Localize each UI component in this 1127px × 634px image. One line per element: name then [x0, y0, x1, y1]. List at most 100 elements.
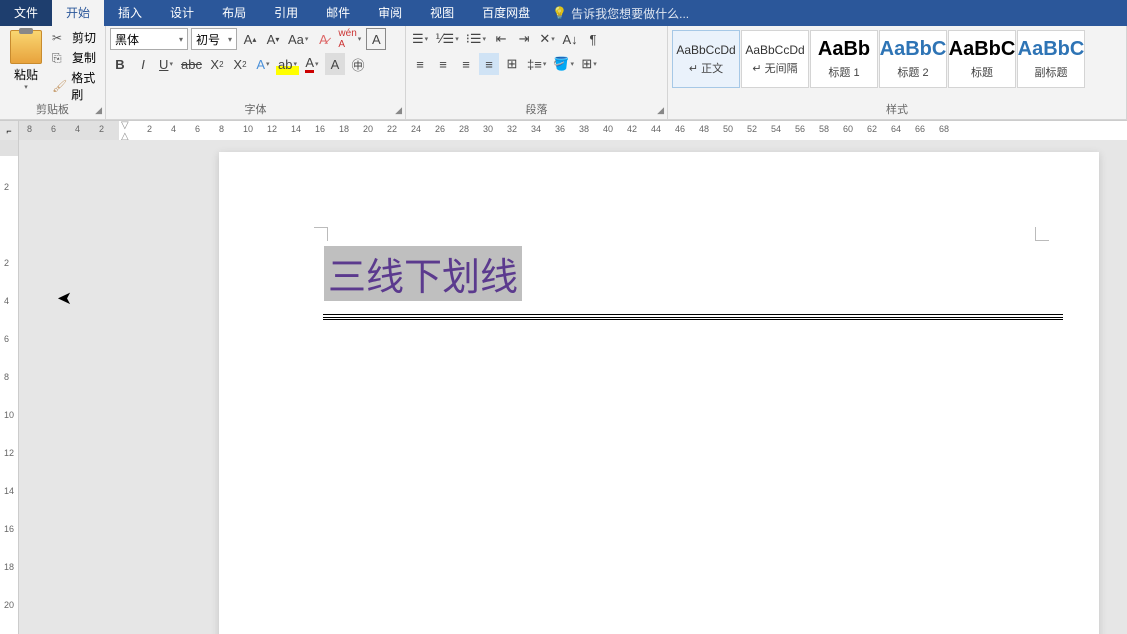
tab-insert[interactable]: 插入: [104, 0, 156, 26]
numbering-button[interactable]: ⅟☰: [433, 28, 461, 50]
style-preview: AaBbC: [880, 38, 947, 61]
styles-label: 样式: [668, 101, 1126, 117]
style-item-4[interactable]: AaBbC标题: [948, 30, 1016, 88]
tab-review[interactable]: 审阅: [364, 0, 416, 26]
tab-view[interactable]: 视图: [416, 0, 468, 26]
ruler-tick: 68: [939, 124, 949, 134]
ruler-tick: 64: [891, 124, 901, 134]
distribute-button[interactable]: ⊞: [502, 53, 522, 75]
clear-format-button[interactable]: A̷: [313, 28, 333, 50]
margin-marker-tr: [1035, 227, 1049, 241]
ruler-tick: 62: [867, 124, 877, 134]
ruler-tick: 24: [411, 124, 421, 134]
paste-icon: [10, 30, 42, 64]
ruler-tick: 10: [243, 124, 253, 134]
increase-indent-button[interactable]: ⇥: [514, 28, 534, 50]
sort-button[interactable]: A↓: [560, 28, 580, 50]
group-font: 黑体▾ 初号▾ A▴ A▾ Aa A̷ wénA A B I U abc X2 …: [106, 26, 406, 119]
multilevel-button[interactable]: ⁝☰: [464, 28, 488, 50]
style-item-0[interactable]: AaBbCcDd↵ 正文: [672, 30, 740, 88]
align-right-button[interactable]: ≡: [456, 53, 476, 75]
style-item-5[interactable]: AaBbC副标题: [1017, 30, 1085, 88]
bold-button[interactable]: B: [110, 53, 130, 75]
line-spacing-button[interactable]: ‡≡: [525, 53, 548, 75]
ruler-tick: 50: [723, 124, 733, 134]
copy-button[interactable]: ⎘复制: [50, 48, 101, 67]
enclose-char-button[interactable]: ㊥: [348, 53, 368, 75]
page[interactable]: 三线下划线: [219, 152, 1099, 634]
tab-layout[interactable]: 布局: [208, 0, 260, 26]
tell-me-search[interactable]: 💡 告诉我您想要做什么...: [552, 5, 689, 22]
asian-layout-button[interactable]: ✕: [537, 28, 557, 50]
font-size-combo[interactable]: 初号▾: [191, 28, 237, 50]
justify-button[interactable]: ≡: [479, 53, 499, 75]
subscript-button[interactable]: X2: [207, 53, 227, 75]
canvas[interactable]: ➤ 三线下划线: [19, 140, 1127, 634]
triple-underline: [323, 314, 1063, 320]
font-name-combo[interactable]: 黑体▾: [110, 28, 188, 50]
style-preview: AaBb: [818, 38, 870, 61]
tab-design[interactable]: 设计: [156, 0, 208, 26]
style-item-1[interactable]: AaBbCcDd↵ 无间隔: [741, 30, 809, 88]
format-painter-button[interactable]: 🖌格式刷: [50, 68, 101, 104]
style-item-3[interactable]: AaBbC标题 2: [879, 30, 947, 88]
underline-button[interactable]: U: [156, 53, 176, 75]
vertical-ruler[interactable]: 22468101214161820: [0, 140, 19, 634]
strikethrough-button[interactable]: abc: [179, 53, 204, 75]
align-left-button[interactable]: ≡: [410, 53, 430, 75]
paste-button[interactable]: 粘贴 ▾: [4, 28, 48, 93]
ruler-tick: 28: [459, 124, 469, 134]
ruler-tick: 54: [771, 124, 781, 134]
ruler-tick: 36: [555, 124, 565, 134]
menu-bar: 文件 开始 插入 设计 布局 引用 邮件 审阅 视图 百度网盘 💡 告诉我您想要…: [0, 0, 1127, 26]
shrink-font-button[interactable]: A▾: [263, 28, 283, 50]
ruler-tick: 30: [483, 124, 493, 134]
group-paragraph: ☰ ⅟☰ ⁝☰ ⇤ ⇥ ✕ A↓ ¶ ≡ ≡ ≡ ≡ ⊞ ‡≡ 🪣 ⊞ 段落 ◢: [406, 26, 668, 119]
cut-button[interactable]: ✂剪切: [50, 28, 101, 47]
ruler-tick: 16: [4, 524, 14, 534]
ruler-tick: 12: [4, 448, 14, 458]
cursor-icon: ➤: [57, 288, 72, 309]
clipboard-launcher[interactable]: ◢: [95, 105, 102, 116]
highlight-button[interactable]: ab: [276, 53, 299, 75]
ruler-tick: 6: [4, 334, 9, 344]
ruler-tick: 22: [387, 124, 397, 134]
show-marks-button[interactable]: ¶: [583, 28, 603, 50]
styles-gallery: AaBbCcDd↵ 正文AaBbCcDd↵ 无间隔AaBb标题 1AaBbC标题…: [672, 28, 1085, 90]
borders-button[interactable]: ⊞: [579, 53, 599, 75]
ruler-tick: 10: [4, 410, 14, 420]
shading-button[interactable]: 🪣: [551, 53, 576, 75]
ruler-tick: 2: [147, 124, 152, 134]
bullets-button[interactable]: ☰: [410, 28, 430, 50]
tab-mailings[interactable]: 邮件: [312, 0, 364, 26]
font-launcher[interactable]: ◢: [395, 105, 402, 116]
tab-baidu[interactable]: 百度网盘: [468, 0, 544, 26]
ruler-tick: 44: [651, 124, 661, 134]
char-border-button[interactable]: A: [366, 28, 386, 50]
style-item-2[interactable]: AaBb标题 1: [810, 30, 878, 88]
char-shading-button[interactable]: A: [325, 53, 345, 75]
ruler-tick: 4: [171, 124, 176, 134]
ruler-tick: 2: [4, 258, 9, 268]
tab-file[interactable]: 文件: [0, 0, 52, 26]
tab-home[interactable]: 开始: [52, 0, 104, 26]
phonetic-guide-button[interactable]: wénA: [336, 28, 363, 50]
ruler-corner[interactable]: ⌐: [0, 121, 19, 140]
ruler-tick: 60: [843, 124, 853, 134]
align-center-button[interactable]: ≡: [433, 53, 453, 75]
paragraph-launcher[interactable]: ◢: [657, 105, 664, 116]
decrease-indent-button[interactable]: ⇤: [491, 28, 511, 50]
superscript-button[interactable]: X2: [230, 53, 250, 75]
grow-font-button[interactable]: A▴: [240, 28, 260, 50]
change-case-button[interactable]: Aa: [286, 28, 310, 50]
document-text-selection[interactable]: 三线下划线: [324, 246, 522, 301]
italic-button[interactable]: I: [133, 53, 153, 75]
font-color-button[interactable]: A: [302, 53, 322, 75]
ruler-tick: 6: [195, 124, 200, 134]
style-preview: AaBbC: [949, 38, 1016, 61]
style-name: ↵ 无间隔: [752, 60, 797, 76]
text-effects-button[interactable]: A: [253, 53, 273, 75]
tab-references[interactable]: 引用: [260, 0, 312, 26]
ruler-tick: 32: [507, 124, 517, 134]
horizontal-ruler[interactable]: ▽ △ 864224681012141618202224262830323436…: [19, 121, 1127, 140]
